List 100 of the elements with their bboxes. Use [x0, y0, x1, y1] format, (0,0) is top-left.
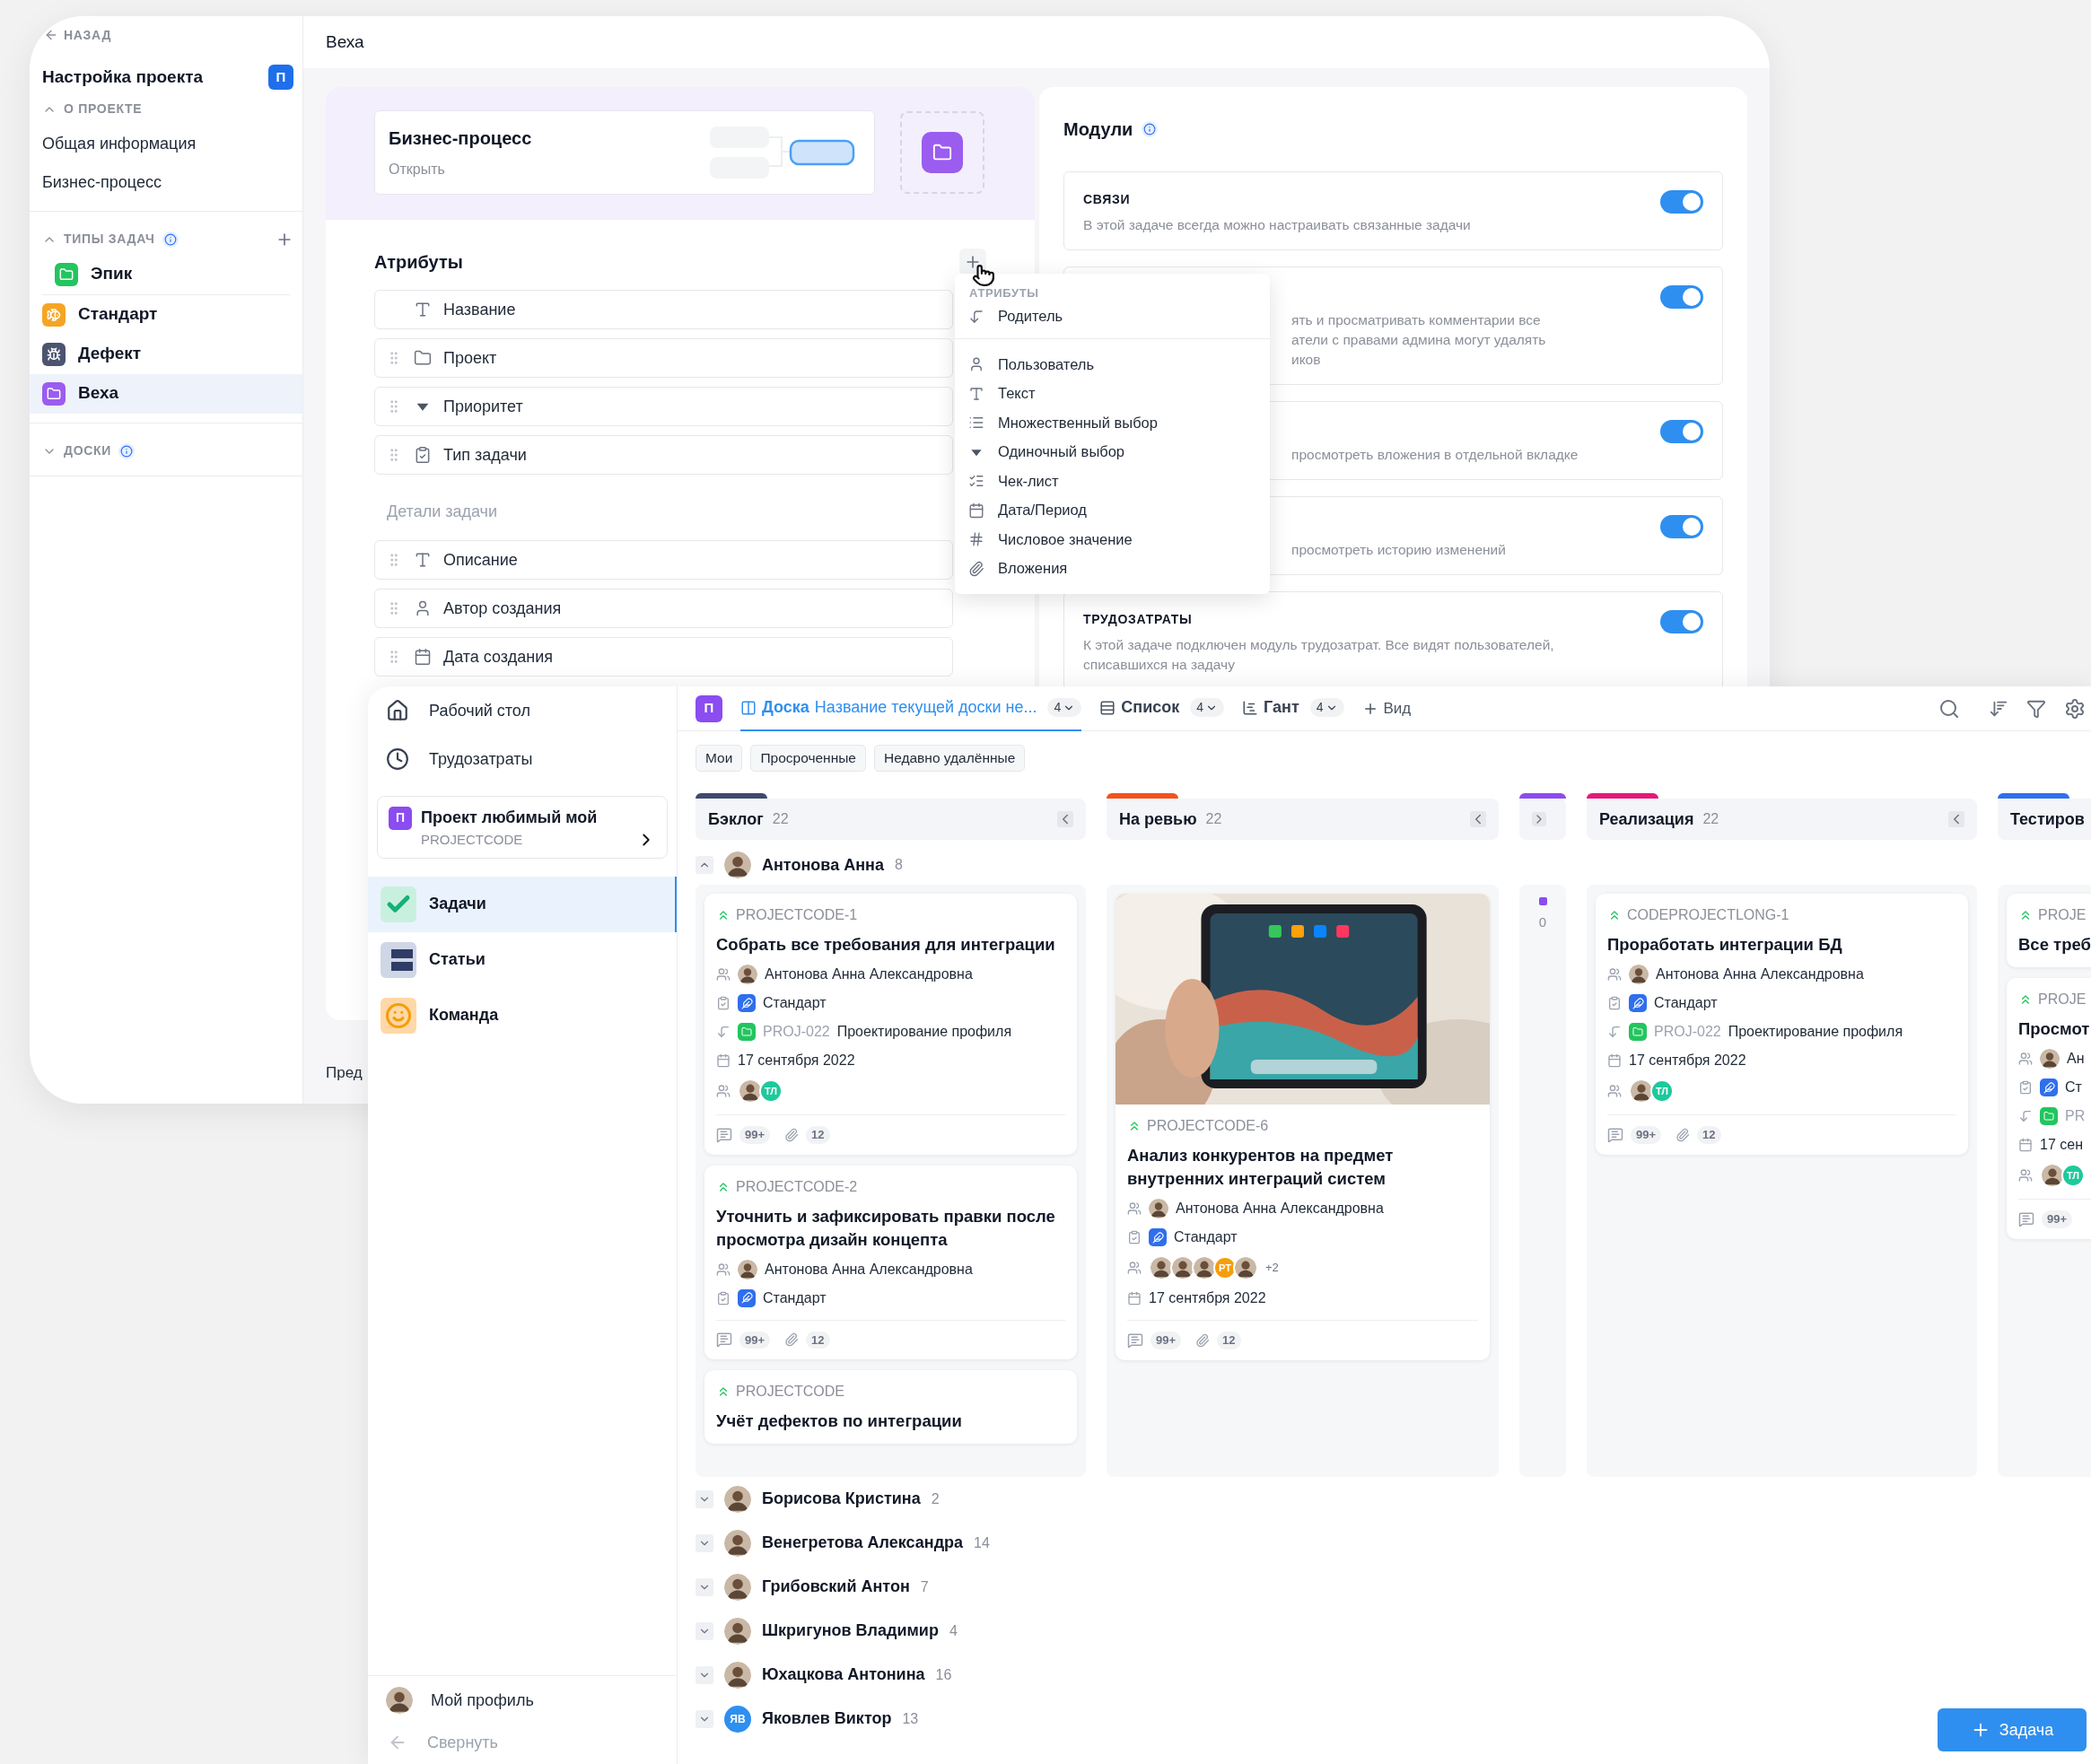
process-card[interactable]: Бизнес-процесс Открыть: [374, 110, 875, 195]
column-count: 22: [1702, 810, 1719, 828]
filter-chip[interactable]: Недавно удалённые: [874, 745, 1026, 772]
chevron-down-icon[interactable]: [696, 1533, 713, 1552]
section-item[interactable]: Команда: [368, 987, 677, 1044]
nav-item[interactable]: Трудозатраты: [368, 735, 677, 783]
initials-avatar: ЯВ: [724, 1705, 751, 1733]
assignee-name: Ан: [2067, 1050, 2085, 1068]
task-type: Стандарт: [1174, 1228, 1238, 1246]
task-title: Проработать интеграции БД: [1607, 934, 1843, 956]
attribute-label: Описание: [443, 549, 518, 571]
menu-item[interactable]: Одиночный выбор: [955, 437, 1270, 467]
chevron-down-icon[interactable]: [696, 1577, 713, 1596]
corner-arrow-icon: [1607, 1025, 1622, 1039]
feather-icon: [2040, 1078, 2058, 1096]
attribute-row[interactable]: Автор создания: [374, 589, 953, 628]
task-card[interactable]: CODEPROJECTLONG-1 Проработать интеграции БД Антонова Анна Александровна Стандарт PROJ-022 Проектирование профиля 17 сентября 2022 ТЛ 99+ 12: [1596, 894, 1968, 1155]
chevron-down-icon[interactable]: [696, 1665, 713, 1684]
attribute-label: Дата создания: [443, 646, 553, 668]
view-tab[interactable]: Гант 4: [1242, 686, 1344, 731]
sidebar-link[interactable]: Общая информация: [30, 124, 302, 163]
attribute-row[interactable]: Тип задачи: [374, 435, 953, 475]
section-item[interactable]: Задачи: [368, 876, 677, 932]
user-icon: [414, 599, 432, 617]
calendar-icon: [1127, 1291, 1142, 1306]
task-type-item[interactable]: Эпик: [42, 254, 290, 294]
users-icon: [1607, 1084, 1622, 1098]
attribute-row[interactable]: Описание: [374, 540, 953, 580]
toggle-switch[interactable]: [1660, 285, 1703, 309]
paperclip-icon: [968, 560, 984, 577]
task-card[interactable]: PROJECTCODE-1 Собрать все требования для интеграции Антонова Анна Александровна Стандарт PROJ-022 Проектирование профиля 17 сентября 2022 ТЛ 99+ 12: [704, 894, 1077, 1155]
folder-icon: [2040, 1107, 2058, 1125]
collapse-icon[interactable]: [1470, 811, 1486, 827]
attribute-row[interactable]: Дата создания: [374, 637, 953, 677]
menu-item[interactable]: Вложения: [955, 554, 1270, 583]
feather-icon: [1149, 1228, 1167, 1246]
attribute-row[interactable]: Проект: [374, 338, 953, 378]
expand-icon[interactable]: [1532, 812, 1546, 826]
due-date: 17 сен: [2040, 1136, 2083, 1154]
toggle-switch[interactable]: [1660, 610, 1703, 633]
attribute-row[interactable]: Приоритет: [374, 387, 953, 426]
avatar: [724, 1661, 751, 1689]
task-card[interactable]: PROJE Все треб: [2007, 894, 2091, 967]
attribute-label: Тип задачи: [443, 444, 527, 466]
menu-item[interactable]: Текст: [955, 379, 1270, 408]
add-view-button[interactable]: Вид: [1361, 696, 1412, 720]
smile-icon: [381, 997, 416, 1034]
folder-button[interactable]: [922, 132, 963, 173]
nav-item[interactable]: Рабочий стол: [368, 686, 677, 735]
task-type-item[interactable]: Веха: [30, 373, 302, 414]
menu-item[interactable]: Множественный выбор: [955, 408, 1270, 438]
collapse-icon[interactable]: [1057, 811, 1073, 827]
attribute-label: Название: [443, 299, 516, 320]
project-badge: П: [268, 65, 293, 91]
board-icon: [740, 699, 757, 716]
filter-chip[interactable]: Просроченные: [750, 745, 866, 772]
folder-icon: [738, 1023, 756, 1041]
section-heading: ТИПЫ ЗАДАЧ: [64, 231, 155, 248]
toggle-switch[interactable]: [1660, 190, 1703, 214]
avatar: [738, 1259, 757, 1279]
users-icon: [716, 1262, 731, 1277]
sidebar-link[interactable]: Бизнес-процесс: [30, 162, 302, 202]
comment-icon: [716, 1332, 732, 1349]
search-icon[interactable]: [1938, 697, 1960, 720]
chevron-down-icon[interactable]: [696, 1489, 713, 1508]
menu-item[interactable]: Чек-лист: [955, 467, 1270, 496]
menu-item[interactable]: Пользователь: [955, 350, 1270, 380]
settings-icon[interactable]: [2064, 697, 2086, 720]
module-description: К этой задаче подключен модуль трудозатрат. Все видят пользователей,: [1083, 636, 1554, 654]
task-type-item[interactable]: Дефект: [30, 334, 302, 374]
task-card[interactable]: PROJECTCODE-2 Уточнить и зафиксировать правки после просмотра дизайн концепта Антонова Анна Александровна Стандарт 99+ 12: [704, 1165, 1077, 1359]
task-card[interactable]: PROJE Просмот Ан Ст PR 17 сен ТЛ 99+: [2007, 978, 2091, 1239]
task-card[interactable]: PROJECTCODE Учёт дефектов по интеграции: [704, 1370, 1077, 1444]
toggle-switch[interactable]: [1660, 515, 1703, 538]
column-count: 22: [1205, 810, 1222, 828]
chevron-up-icon[interactable]: [696, 856, 713, 874]
chevron-down-icon[interactable]: [696, 1621, 713, 1640]
section-item[interactable]: Статьи: [368, 931, 677, 988]
filter-icon[interactable]: [2026, 698, 2046, 719]
group-count: 13: [902, 1709, 919, 1728]
view-tab[interactable]: Список 4: [1099, 686, 1225, 731]
toggle-switch[interactable]: [1660, 420, 1703, 443]
filter-chip[interactable]: Мои: [696, 745, 743, 772]
avatar: [738, 965, 757, 984]
group-name: Борисова Кристина: [762, 1489, 921, 1509]
project-card[interactable]: П Проект любимый мой PROJECTCODE: [377, 796, 668, 859]
folder-icon: [932, 143, 952, 162]
view-tab[interactable]: Доска Название текущей доски не... 4: [740, 686, 1082, 731]
attribute-row[interactable]: Название: [374, 290, 953, 329]
chevron-down-icon[interactable]: [696, 1709, 713, 1728]
task-card[interactable]: PROJECTCODE-6 Анализ конкурентов на предмет внутренних интеграций систем Антонова Анна Александровна Стандарт РТ +2 17 сентября 2022 99+ 12: [1115, 894, 1490, 1360]
task-type-item[interactable]: Стандарт: [30, 294, 302, 335]
collapse-icon[interactable]: [1948, 811, 1964, 827]
task-title: Все треб: [2018, 934, 2091, 956]
attribute-label: Проект: [443, 347, 497, 369]
menu-item[interactable]: Родитель: [955, 301, 1270, 331]
menu-item[interactable]: Дата/Период: [955, 495, 1270, 525]
profile-link[interactable]: Мой профиль: [368, 1676, 677, 1725]
menu-item[interactable]: Числовое значение: [955, 525, 1270, 555]
paperclip-icon: [784, 1332, 800, 1348]
